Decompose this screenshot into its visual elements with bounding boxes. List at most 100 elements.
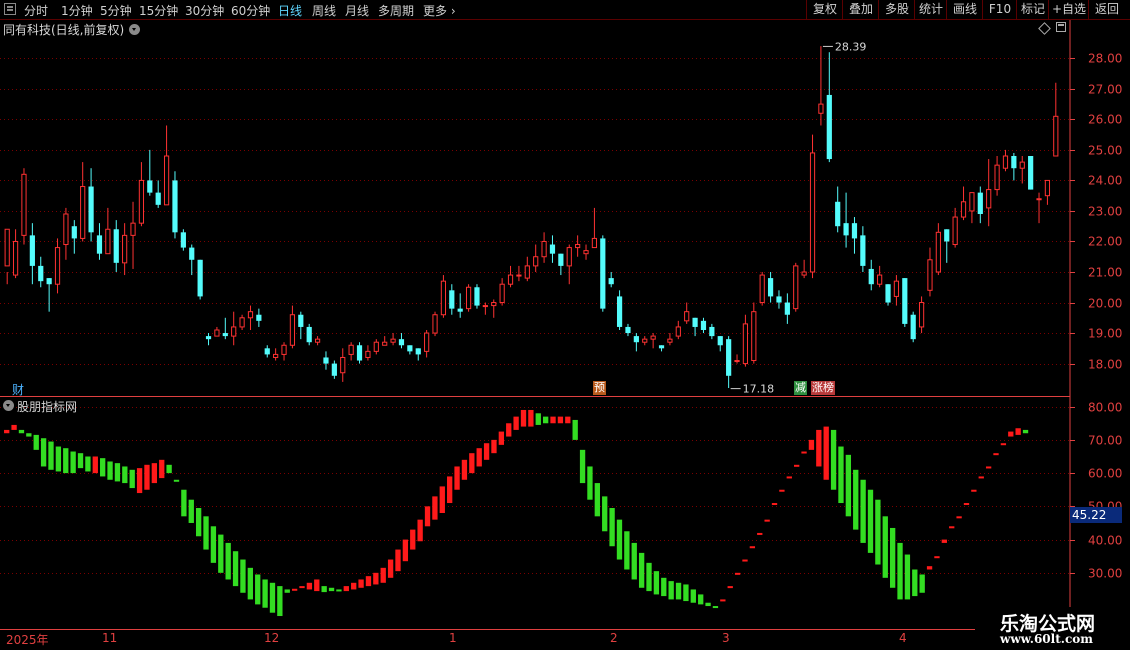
price-tick-label: 18.00 <box>1088 358 1122 372</box>
limit-up-list-tag[interactable]: 涨榜 <box>811 381 835 395</box>
candle-body <box>692 317 698 327</box>
indicator-bar <box>483 443 490 460</box>
indicator-dropdown-icon[interactable] <box>3 400 14 411</box>
indicator-bar <box>410 529 416 550</box>
candlestick-layer <box>4 46 1059 388</box>
candle-body <box>549 244 556 254</box>
indicator-bar <box>675 582 682 600</box>
indicator-bar <box>387 559 394 578</box>
candle-body <box>751 311 757 362</box>
candle-body <box>625 326 631 334</box>
indicator-bar <box>860 479 866 543</box>
indicator-bar <box>683 584 689 602</box>
indicator-bar <box>4 429 10 434</box>
candle-body <box>877 274 883 285</box>
candle-body <box>390 338 396 343</box>
candle-body <box>4 228 10 267</box>
indicator-bar <box>129 469 135 489</box>
date-label: 3 <box>722 631 730 645</box>
candle-body <box>340 356 346 374</box>
indicator-bar <box>26 433 32 437</box>
indicator-bar <box>188 499 194 523</box>
indicator-bar <box>779 489 785 492</box>
annotation-label: 17.18 <box>743 383 775 396</box>
indicator-bar <box>343 586 349 592</box>
candle-body <box>54 247 61 285</box>
candle-body <box>138 179 145 224</box>
candle-body <box>944 229 950 242</box>
indicator-bar <box>159 459 165 479</box>
indicator-bar <box>875 499 881 565</box>
indicator-bar <box>705 602 711 607</box>
indicator-bar <box>542 416 549 424</box>
candle-body <box>264 348 270 355</box>
indicator-bar <box>328 587 335 592</box>
candle-body <box>172 180 178 233</box>
indicator-bar <box>638 552 645 588</box>
indicator-bar <box>631 542 637 580</box>
candle-body <box>868 268 874 285</box>
candle-body <box>675 326 681 337</box>
financial-tag[interactable]: 财 <box>12 381 24 398</box>
indicator-bar <box>380 567 386 583</box>
forecast-tag[interactable]: 预 <box>593 381 606 395</box>
indicator-bar <box>845 454 852 517</box>
candle-body <box>491 302 497 307</box>
indicator-bar <box>70 451 76 474</box>
indicator-bar <box>963 503 970 506</box>
candle-body <box>700 320 707 330</box>
indicator-bar <box>616 519 623 560</box>
indicator-bar <box>100 458 106 477</box>
price-tick-label: 22.00 <box>1088 235 1122 249</box>
indicator-tick-label: 70.00 <box>1088 434 1122 448</box>
price-tick-label: 28.00 <box>1088 52 1122 66</box>
candle-body <box>214 329 220 337</box>
indicator-bar <box>432 496 438 520</box>
candle-body <box>960 201 967 218</box>
candle-body <box>407 345 413 352</box>
indicator-bar <box>823 426 829 480</box>
candle-body <box>969 192 975 212</box>
indicator-bar <box>351 582 357 590</box>
candle-body <box>1019 161 1025 169</box>
candle-body <box>382 341 388 346</box>
indicator-bar <box>749 546 756 549</box>
indicator-bar <box>867 489 874 553</box>
reduce-tag[interactable]: 减 <box>794 381 807 395</box>
date-label: 2025年 <box>6 633 49 647</box>
indicator-bar <box>941 539 947 543</box>
indicator-bar <box>373 572 379 585</box>
indicator-bar <box>985 466 992 469</box>
price-tick-label: 25.00 <box>1088 144 1122 158</box>
candle-body <box>524 265 530 279</box>
candle-body <box>205 336 212 340</box>
indicator-bar <box>240 559 246 593</box>
candle-body <box>147 180 153 193</box>
candle-body <box>465 286 472 310</box>
candle-body <box>994 164 1000 191</box>
candle-body <box>684 311 690 322</box>
candle-body <box>46 278 52 285</box>
indicator-bar <box>144 464 150 490</box>
candle-body <box>155 192 161 205</box>
indicator-bar <box>816 429 822 467</box>
indicator-bar <box>520 409 527 427</box>
candle-body <box>633 336 639 343</box>
indicator-bar <box>1008 431 1014 437</box>
indicator-bar <box>439 486 445 513</box>
candle-body <box>449 290 455 309</box>
candle-body <box>163 155 170 206</box>
indicator-bar <box>794 464 800 467</box>
indicator-bar <box>107 461 113 480</box>
indicator-bar <box>92 456 98 474</box>
indicator-bar <box>661 577 667 597</box>
candle-body <box>29 235 35 266</box>
indicator-bar <box>897 542 903 600</box>
candle-body <box>88 186 94 233</box>
candle-body <box>331 363 337 376</box>
candle-body <box>583 250 589 255</box>
watermark: 乐淘公式网 www.60lt.com <box>975 607 1130 650</box>
candle-body <box>1036 198 1042 201</box>
indicator-title: 股朋指标网 <box>17 400 78 414</box>
indicator-bar <box>513 416 519 430</box>
